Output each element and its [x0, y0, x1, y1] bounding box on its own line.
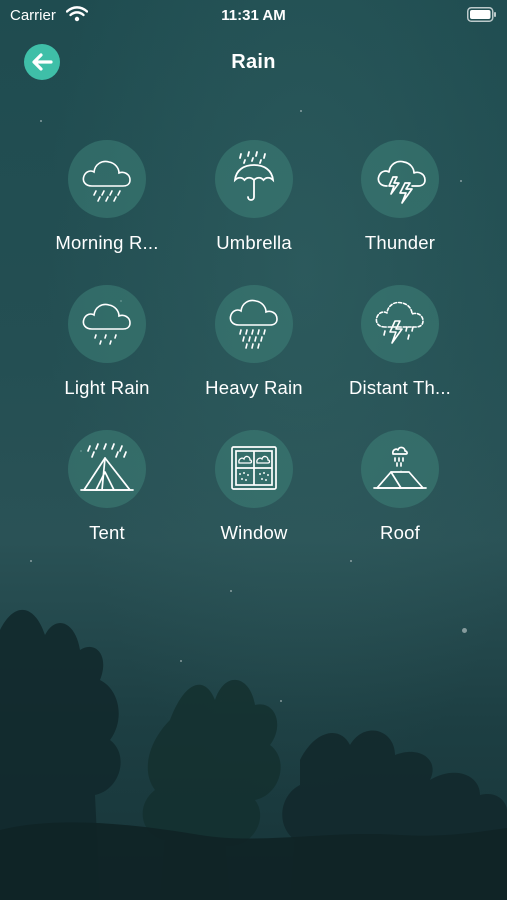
- sound-label: Roof: [380, 522, 420, 543]
- roof-rain-icon: [373, 446, 427, 489]
- sound-tile-light-rain[interactable]: Light Rain: [37, 285, 177, 415]
- sound-label: Tent: [89, 522, 125, 543]
- sound-label: Window: [220, 522, 288, 543]
- sound-tile-thunder[interactable]: Thunder: [330, 140, 470, 270]
- sound-circle[interactable]: [68, 430, 146, 508]
- page-title: Rain: [231, 51, 276, 73]
- sound-tile-window[interactable]: Window: [184, 430, 324, 560]
- battery-icon: [467, 7, 496, 22]
- sound-label: Heavy Rain: [205, 377, 303, 398]
- sound-circle[interactable]: [215, 285, 293, 363]
- sound-label: Umbrella: [216, 232, 292, 253]
- sound-circle[interactable]: [361, 140, 439, 218]
- sound-tile-roof[interactable]: Roof: [330, 430, 470, 560]
- sound-tile-heavy-rain[interactable]: Heavy Rain: [184, 285, 324, 415]
- navigation-bar: Rain: [0, 38, 507, 88]
- cloud-distant-thunder-icon: [375, 301, 424, 344]
- sound-circle[interactable]: [215, 430, 293, 508]
- cloud-light-rain-icon: [82, 303, 131, 345]
- sound-tile-distant-thunder[interactable]: Distant Th...: [330, 285, 470, 415]
- sound-tile-tent[interactable]: Tent: [37, 430, 177, 560]
- tent-rain-icon: [80, 443, 134, 491]
- sound-label: Thunder: [364, 232, 436, 253]
- sound-label: Light Rain: [64, 377, 150, 398]
- umbrella-rain-icon: [233, 151, 275, 201]
- window-rain-icon: [231, 446, 277, 490]
- sound-label: Distant Th...: [349, 377, 451, 398]
- sound-circle[interactable]: [68, 140, 146, 218]
- sound-tile-morning-rain[interactable]: Morning R...: [37, 140, 177, 270]
- sound-circle[interactable]: [361, 430, 439, 508]
- trees-silhouette: [0, 609, 507, 900]
- sound-tile-umbrella[interactable]: Umbrella: [184, 140, 324, 270]
- status-bar: Carrier 11:31 AM: [0, 0, 507, 30]
- sound-label: Morning R...: [55, 232, 159, 253]
- cloud-drizzle-icon: [82, 160, 131, 202]
- sound-circle[interactable]: [361, 285, 439, 363]
- sound-circle[interactable]: [215, 140, 293, 218]
- sound-circle[interactable]: [68, 285, 146, 363]
- status-time: 11:31 AM: [221, 7, 286, 24]
- cloud-lightning-icon: [377, 160, 426, 204]
- cloud-heavy-rain-icon: [229, 299, 278, 349]
